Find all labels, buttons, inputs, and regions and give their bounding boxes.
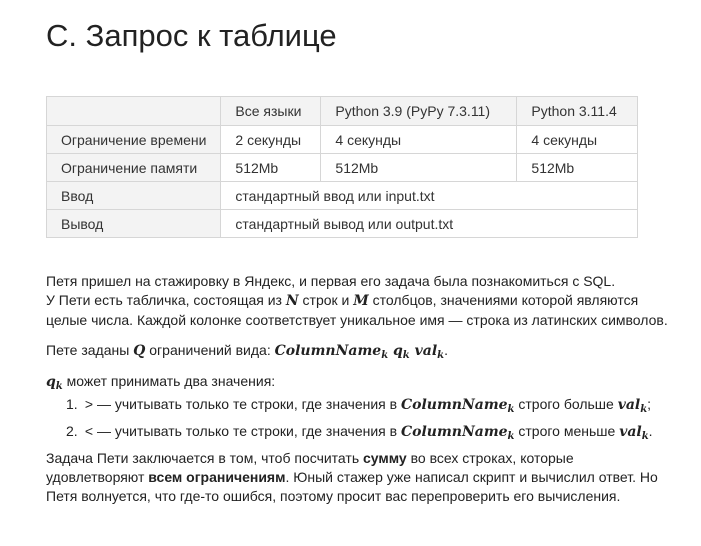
header-python-3114: Python 3.11.4: [516, 96, 639, 126]
time-limit-row: Ограничение времени 2 секунды 4 секунды …: [45, 125, 639, 154]
math-q: Q: [133, 343, 146, 359]
input-row: Ввод стандартный ввод или input.txt: [45, 181, 639, 210]
memory-limit-pypy: 512Mb: [320, 153, 518, 182]
limits-table: Все языки Python 3.9 (PyPy 7.3.11) Pytho…: [45, 96, 639, 238]
time-limit-py3114: 4 секунды: [516, 125, 639, 154]
math-qk: qk: [46, 374, 63, 392]
output-row: Вывод стандартный вывод или output.txt: [45, 209, 639, 238]
operator-list: 1. > — учитывать только те строки, где з…: [46, 395, 671, 442]
statement-paragraph-intro: Петя пришел на стажировку в Яндекс, и пе…: [46, 273, 668, 328]
math-m: M: [353, 293, 369, 309]
output-value: стандартный вывод или output.txt: [220, 209, 639, 238]
math-n: N: [285, 293, 299, 309]
list-item: 2. < — учитывать только те строки, где з…: [66, 423, 653, 442]
header-python-pypy: Python 3.9 (PyPy 7.3.11): [320, 96, 518, 126]
list-item: 1. > — учитывать только те строки, где з…: [66, 396, 652, 415]
problem-title: C. Запрос к таблице: [46, 18, 337, 53]
memory-limit-label: Ограничение памяти: [45, 153, 222, 182]
limits-table-header-row: Все языки Python 3.9 (PyPy 7.3.11) Pytho…: [45, 96, 639, 126]
time-limit-all: 2 секунды: [220, 125, 322, 154]
time-limit-pypy: 4 секунды: [320, 125, 518, 154]
statement-paragraph-operators: qk может принимать два значения:: [46, 373, 276, 392]
memory-limit-all: 512Mb: [220, 153, 322, 182]
statement-paragraph-queries: Пете заданы Q ограничений вида: ColumnNa…: [46, 342, 448, 361]
header-all-languages: Все языки: [220, 96, 322, 126]
memory-limit-row: Ограничение памяти 512Mb 512Mb 512Mb: [45, 153, 639, 182]
input-value: стандартный ввод или input.txt: [220, 181, 639, 210]
math-constraint-expression: ColumnNamek qk valk: [274, 343, 445, 361]
output-label: Вывод: [45, 209, 222, 238]
time-limit-label: Ограничение времени: [45, 125, 222, 154]
memory-limit-py3114: 512Mb: [516, 153, 639, 182]
limits-table-corner-cell: [45, 96, 222, 126]
problem-statement: Петя пришел на стажировку в Яндекс, и пе…: [46, 272, 671, 506]
input-label: Ввод: [45, 181, 222, 210]
statement-paragraph-task: Задача Пети заключается в том, чтоб посч…: [46, 450, 658, 504]
